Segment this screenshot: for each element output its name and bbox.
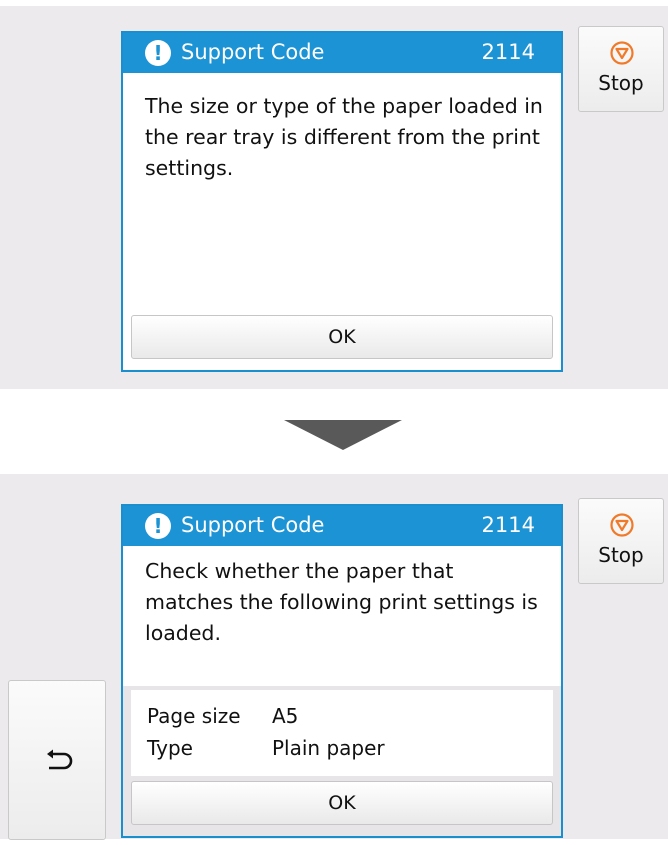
- stop-label: Stop: [598, 543, 644, 567]
- ok-button[interactable]: OK: [131, 781, 553, 825]
- stop-button[interactable]: Stop: [578, 498, 664, 584]
- dialog-message: The size or type of the paper loaded in …: [145, 94, 543, 180]
- ok-button[interactable]: OK: [131, 315, 553, 359]
- back-button[interactable]: [8, 680, 106, 840]
- stop-icon: [610, 41, 634, 65]
- stop-icon: [610, 513, 634, 537]
- printer-screen-before: ! Support Code 2114 The size or type of …: [0, 6, 668, 389]
- support-code-dialog: ! Support Code 2114 Check whether the pa…: [121, 504, 563, 838]
- dialog-title: Support Code: [181, 40, 325, 64]
- stop-button[interactable]: Stop: [578, 26, 664, 112]
- exclamation-icon: !: [145, 513, 171, 539]
- setting-value: A5: [272, 704, 299, 728]
- support-code-number: 2114: [481, 40, 535, 64]
- print-settings-box: Page size A5 Type Plain paper: [131, 690, 553, 776]
- setting-value: Plain paper: [272, 736, 385, 760]
- back-arrow-icon: [47, 749, 73, 770]
- setting-page-size: Page size A5: [147, 704, 298, 728]
- setting-label: Type: [147, 736, 193, 760]
- dialog-header: ! Support Code 2114: [123, 33, 561, 73]
- dialog-message: Check whether the paper that matches the…: [145, 559, 538, 645]
- setting-type: Type Plain paper: [147, 736, 385, 760]
- dialog-title: Support Code: [181, 513, 325, 537]
- ok-button-label: OK: [328, 792, 356, 814]
- setting-label: Page size: [147, 704, 241, 728]
- dialog-header: ! Support Code 2114: [123, 506, 561, 546]
- down-arrow-icon: [284, 420, 402, 450]
- support-code-dialog: ! Support Code 2114 The size or type of …: [121, 31, 563, 372]
- stop-label: Stop: [598, 71, 644, 95]
- support-code-number: 2114: [481, 513, 535, 537]
- printer-screen-after: ! Support Code 2114 Check whether the pa…: [0, 474, 668, 840]
- exclamation-icon: !: [145, 40, 171, 66]
- ok-button-label: OK: [328, 326, 356, 348]
